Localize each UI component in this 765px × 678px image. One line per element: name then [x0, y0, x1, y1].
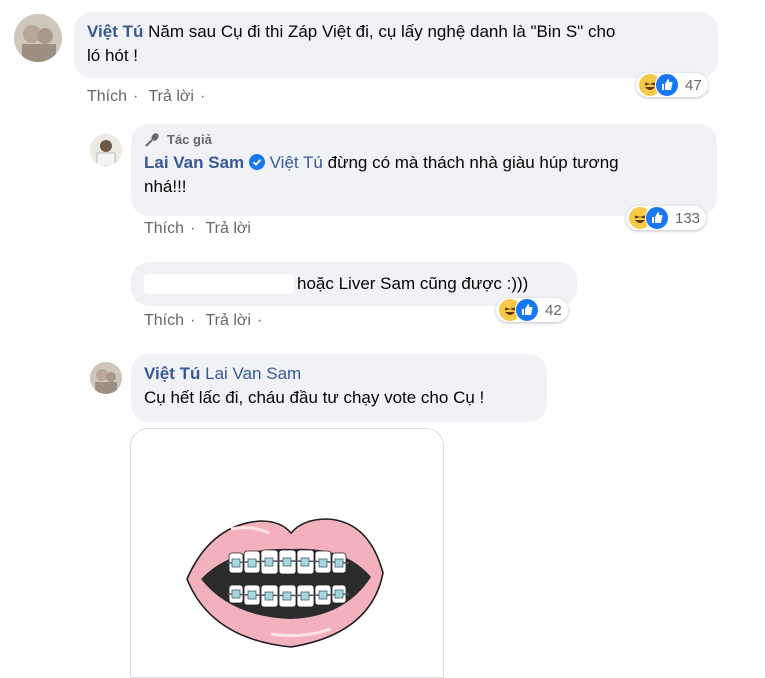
reaction-count: 47 [685, 76, 702, 94]
attached-sticker[interactable] [130, 428, 444, 678]
reply-text-line1: đừng có mà thách nhà giàu húp tương [327, 153, 619, 172]
lips-braces-illustration [186, 518, 384, 648]
reply-author[interactable]: Lai Van Sam [144, 153, 244, 172]
avatar-viet-tu[interactable] [90, 362, 122, 394]
reaction-count: 42 [545, 301, 562, 319]
reaction-count: 133 [675, 209, 701, 227]
like-link[interactable]: Thích [144, 220, 184, 237]
avatar-image [14, 14, 62, 62]
reply-bubble: Tác giả Lai Van Sam Việt Tú đừng có mà t… [131, 124, 717, 216]
reply-actions: Thích · Trả lời · [144, 312, 263, 329]
reactions-summary[interactable]: 47 [636, 73, 708, 97]
reply-link[interactable]: Trả lời [206, 220, 251, 237]
like-link[interactable]: Thích [87, 88, 127, 105]
comment-text-line1: Năm sau Cụ đi thi Záp Việt đi, cụ lấy ng… [148, 22, 616, 41]
comment-bubble: Việt Tú Năm sau Cụ đi thi Záp Việt đi, c… [74, 12, 718, 78]
microphone-icon [145, 132, 159, 147]
reply-text-line2: nhá!!! [144, 177, 187, 196]
reply-link[interactable]: Trả lời [206, 312, 251, 329]
author-badge: Tác giả [144, 132, 704, 147]
author-badge-label: Tác giả [167, 132, 212, 147]
reply-actions: Thích · Trả lời [144, 220, 251, 237]
reply-text: Cụ hết lấc đi, cháu đầu tư chạy vote cho… [144, 388, 485, 407]
comment-author[interactable]: Việt Tú [87, 22, 143, 41]
like-reaction-icon [645, 206, 669, 230]
avatar-image [90, 362, 122, 394]
reply-author[interactable]: Việt Tú [144, 364, 200, 383]
redacted-author [144, 274, 294, 294]
reply-text: hoặc Liver Sam cũng được :))) [297, 274, 529, 293]
verified-badge-icon [248, 154, 265, 170]
avatar-image [90, 134, 122, 166]
avatar-viet-tu[interactable] [14, 14, 62, 62]
comment-text-line2: ló hót ! [87, 46, 139, 65]
reactions-summary[interactable]: 42 [496, 298, 568, 322]
like-reaction-icon [655, 73, 679, 97]
avatar-lai-van-sam[interactable] [90, 134, 122, 166]
reply-link[interactable]: Trả lời [149, 88, 194, 105]
mention-tag[interactable]: Việt Tú [270, 153, 323, 172]
reply-bubble: Việt Tú Lai Van Sam Cụ hết lấc đi, cháu … [131, 354, 547, 422]
like-reaction-icon [515, 298, 539, 322]
like-link[interactable]: Thích [144, 312, 184, 329]
comment-actions: Thích · Trả lời · [87, 88, 206, 105]
reactions-summary[interactable]: 133 [626, 206, 707, 230]
mention-tag[interactable]: Lai Van Sam [205, 364, 301, 383]
